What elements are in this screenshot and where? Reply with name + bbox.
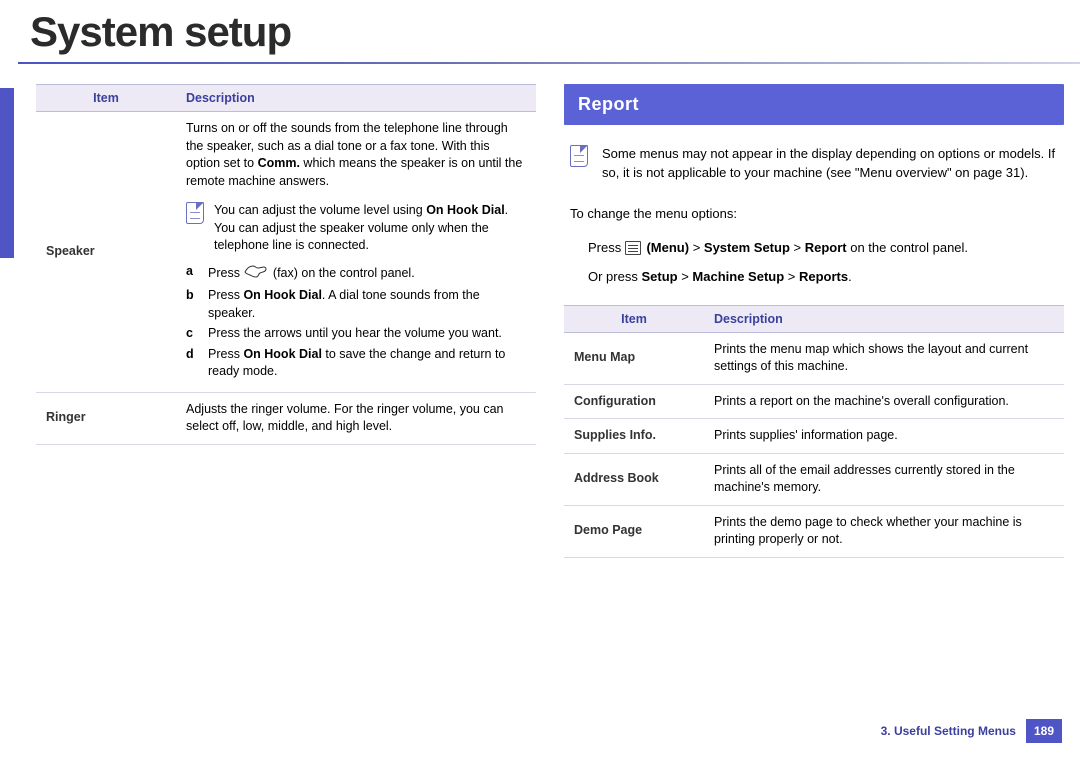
table-row: Menu Map Prints the menu map which shows…: [564, 332, 1064, 384]
sound-settings-table: Item Description Speaker Turns on or off…: [36, 84, 536, 445]
col-header-description: Description: [176, 85, 536, 112]
text: .: [848, 269, 852, 284]
menu-path-primary: Press (Menu) > System Setup > Report on …: [588, 238, 1064, 258]
text-bold: On Hook Dial: [243, 347, 321, 361]
text: Press: [208, 347, 243, 361]
fax-hand-icon: [243, 263, 269, 285]
text: You can adjust the volume level using: [214, 203, 426, 217]
col-header-description: Description: [704, 305, 1064, 332]
lead-text: To change the menu options:: [570, 205, 1064, 224]
text: Press the arrows until you hear the volu…: [208, 325, 502, 343]
desc-cell: Prints the demo page to check whether yo…: [704, 505, 1064, 557]
desc-cell: Prints a report on the machine's overall…: [704, 384, 1064, 419]
desc-cell: Prints all of the email addresses curren…: [704, 453, 1064, 505]
note-block: You can adjust the volume level using On…: [186, 202, 526, 255]
desc-speaker: Turns on or off the sounds from the tele…: [176, 112, 536, 393]
table-row: Speaker Turns on or off the sounds from …: [36, 112, 536, 393]
item-cell: Menu Map: [564, 332, 704, 384]
step-c: c Press the arrows until you hear the vo…: [186, 325, 526, 343]
text-bold: Comm.: [258, 156, 300, 170]
desc-cell: Prints supplies' information page.: [704, 419, 1064, 454]
text: >: [689, 240, 704, 255]
text: Press: [588, 240, 625, 255]
step-marker: c: [186, 325, 200, 343]
text-bold: Machine Setup: [692, 269, 784, 284]
report-items-table: Item Description Menu Map Prints the men…: [564, 305, 1064, 558]
title-rule: [18, 62, 1080, 64]
side-tab: [0, 88, 14, 258]
col-header-item: Item: [36, 85, 176, 112]
desc-cell: Prints the menu map which shows the layo…: [704, 332, 1064, 384]
step-marker: d: [186, 346, 200, 381]
right-column: Report Some menus may not appear in the …: [564, 84, 1064, 558]
step-b: b Press On Hook Dial. A dial tone sounds…: [186, 287, 526, 322]
text: >: [678, 269, 693, 284]
text: >: [790, 240, 805, 255]
note-text: You can adjust the volume level using On…: [214, 202, 526, 255]
text: (fax) on the control panel.: [273, 266, 415, 280]
item-cell: Configuration: [564, 384, 704, 419]
item-cell: Demo Page: [564, 505, 704, 557]
item-cell: Supplies Info.: [564, 419, 704, 454]
left-column: Item Description Speaker Turns on or off…: [36, 84, 536, 558]
text-bold: System Setup: [704, 240, 790, 255]
text-bold: (Menu): [646, 240, 689, 255]
text-bold: On Hook Dial: [243, 288, 321, 302]
note-block: Some menus may not appear in the display…: [570, 145, 1064, 183]
table-row: Configuration Prints a report on the mac…: [564, 384, 1064, 419]
table-row: Demo Page Prints the demo page to check …: [564, 505, 1064, 557]
step-marker: a: [186, 263, 200, 285]
page-footer: 3. Useful Setting Menus 189: [881, 719, 1062, 743]
section-heading-report: Report: [564, 84, 1064, 125]
text-bold: Reports: [799, 269, 848, 284]
footer-page-number: 189: [1026, 719, 1062, 743]
text: Or press: [588, 269, 641, 284]
table-row: Supplies Info. Prints supplies' informat…: [564, 419, 1064, 454]
step-a: a Press (fax) on the control panel.: [186, 263, 526, 285]
col-header-item: Item: [564, 305, 704, 332]
item-speaker: Speaker: [36, 112, 176, 393]
steps-list: a Press (fax) on the control panel.: [186, 263, 526, 381]
note-text: Some menus may not appear in the display…: [602, 145, 1064, 183]
item-ringer: Ringer: [36, 392, 176, 444]
item-cell: Address Book: [564, 453, 704, 505]
text: on the control panel.: [847, 240, 968, 255]
step-marker: b: [186, 287, 200, 322]
note-icon: [570, 145, 588, 167]
text: Press: [208, 266, 243, 280]
text: Press: [208, 288, 243, 302]
text-bold: Report: [805, 240, 847, 255]
footer-chapter: 3. Useful Setting Menus: [881, 724, 1016, 738]
menu-icon: [625, 241, 641, 255]
menu-path-alt: Or press Setup > Machine Setup > Reports…: [588, 267, 1064, 287]
text-bold: On Hook Dial: [426, 203, 504, 217]
page-title: System setup: [0, 0, 1080, 62]
step-d: d Press On Hook Dial to save the change …: [186, 346, 526, 381]
text-bold: Setup: [641, 269, 677, 284]
text: >: [784, 269, 799, 284]
table-row: Address Book Prints all of the email add…: [564, 453, 1064, 505]
table-row: Ringer Adjusts the ringer volume. For th…: [36, 392, 536, 444]
note-icon: [186, 202, 204, 224]
desc-ringer: Adjusts the ringer volume. For the ringe…: [176, 392, 536, 444]
